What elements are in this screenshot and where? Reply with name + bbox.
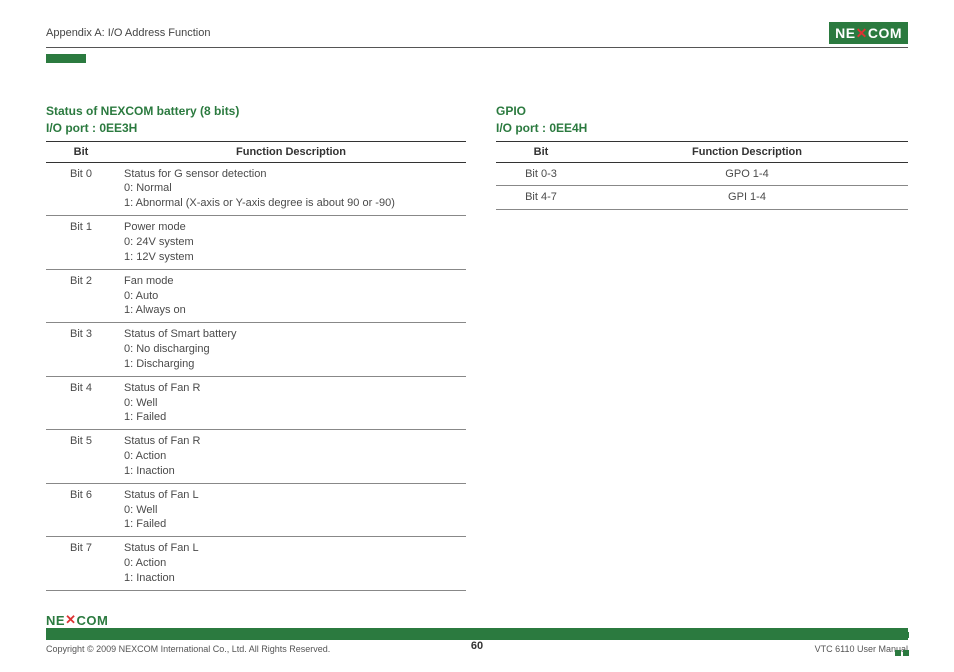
- content-columns: Status of NEXCOM battery (8 bits) I/O po…: [46, 103, 908, 591]
- footer-squares-icon: [894, 626, 910, 662]
- bit-cell: Bit 3: [46, 323, 116, 377]
- table-row: Bit 4-7GPI 1-4: [496, 186, 908, 210]
- brand-logo: NE✕COM: [829, 22, 908, 44]
- right-th-desc: Function Description: [586, 141, 908, 162]
- desc-cell: GPO 1-4: [586, 162, 908, 186]
- bit-cell: Bit 6: [46, 483, 116, 537]
- table-row: Bit 5Status of Fan R0: Action1: Inaction: [46, 430, 466, 484]
- desc-cell: GPI 1-4: [586, 186, 908, 210]
- table-row: Bit 0Status for G sensor detection0: Nor…: [46, 162, 466, 216]
- right-section-title: GPIO I/O port : 0EE4H: [496, 103, 908, 137]
- page-number: 60: [471, 640, 483, 652]
- left-title-line2: I/O port : 0EE3H: [46, 121, 137, 135]
- desc-cell: Status of Smart battery0: No discharging…: [116, 323, 466, 377]
- bit-cell: Bit 0-3: [496, 162, 586, 186]
- desc-cell: Status for G sensor detection0: Normal1:…: [116, 162, 466, 216]
- table-row: Bit 0-3GPO 1-4: [496, 162, 908, 186]
- bit-cell: Bit 5: [46, 430, 116, 484]
- desc-cell: Status of Fan R0: Action1: Inaction: [116, 430, 466, 484]
- bit-cell: Bit 4-7: [496, 186, 586, 210]
- desc-cell: Status of Fan L0: Action1: Inaction: [116, 537, 466, 591]
- desc-cell: Power mode0: 24V system1: 12V system: [116, 216, 466, 270]
- bit-cell: Bit 1: [46, 216, 116, 270]
- desc-cell: Status of Fan R0: Well1: Failed: [116, 376, 466, 430]
- bit-cell: Bit 7: [46, 537, 116, 591]
- footer-copyright: Copyright © 2009 NEXCOM International Co…: [46, 644, 330, 654]
- appendix-title: Appendix A: I/O Address Function: [46, 27, 210, 39]
- footer-logo: NE✕COM: [46, 612, 108, 628]
- table-row: Bit 1Power mode0: 24V system1: 12V syste…: [46, 216, 466, 270]
- bit-cell: Bit 0: [46, 162, 116, 216]
- right-title-line2: I/O port : 0EE4H: [496, 121, 587, 135]
- table-row: Bit 4Status of Fan R0: Well1: Failed: [46, 376, 466, 430]
- footer: NE✕COM Copyright © 2009 NEXCOM Internati…: [46, 612, 908, 654]
- desc-cell: Fan mode0: Auto1: Always on: [116, 269, 466, 323]
- table-row: Bit 7Status of Fan L0: Action1: Inaction: [46, 537, 466, 591]
- right-title-line1: GPIO: [496, 104, 526, 118]
- left-column: Status of NEXCOM battery (8 bits) I/O po…: [46, 103, 466, 591]
- left-th-bit: Bit: [46, 141, 116, 162]
- left-th-desc: Function Description: [116, 141, 466, 162]
- right-column: GPIO I/O port : 0EE4H Bit Function Descr…: [496, 103, 908, 591]
- footer-bar: [46, 628, 908, 640]
- left-title-line1: Status of NEXCOM battery (8 bits): [46, 104, 239, 118]
- right-table: Bit Function Description Bit 0-3GPO 1-4B…: [496, 141, 908, 211]
- accent-tab: [46, 54, 86, 63]
- desc-cell: Status of Fan L0: Well1: Failed: [116, 483, 466, 537]
- right-th-bit: Bit: [496, 141, 586, 162]
- left-table: Bit Function Description Bit 0Status for…: [46, 141, 466, 591]
- table-row: Bit 6Status of Fan L0: Well1: Failed: [46, 483, 466, 537]
- header-bar: Appendix A: I/O Address Function NE✕COM: [46, 22, 908, 48]
- bit-cell: Bit 4: [46, 376, 116, 430]
- logo-text: NE✕COM: [835, 25, 902, 42]
- table-row: Bit 2Fan mode0: Auto1: Always on: [46, 269, 466, 323]
- table-row: Bit 3Status of Smart battery0: No discha…: [46, 323, 466, 377]
- bit-cell: Bit 2: [46, 269, 116, 323]
- left-section-title: Status of NEXCOM battery (8 bits) I/O po…: [46, 103, 466, 137]
